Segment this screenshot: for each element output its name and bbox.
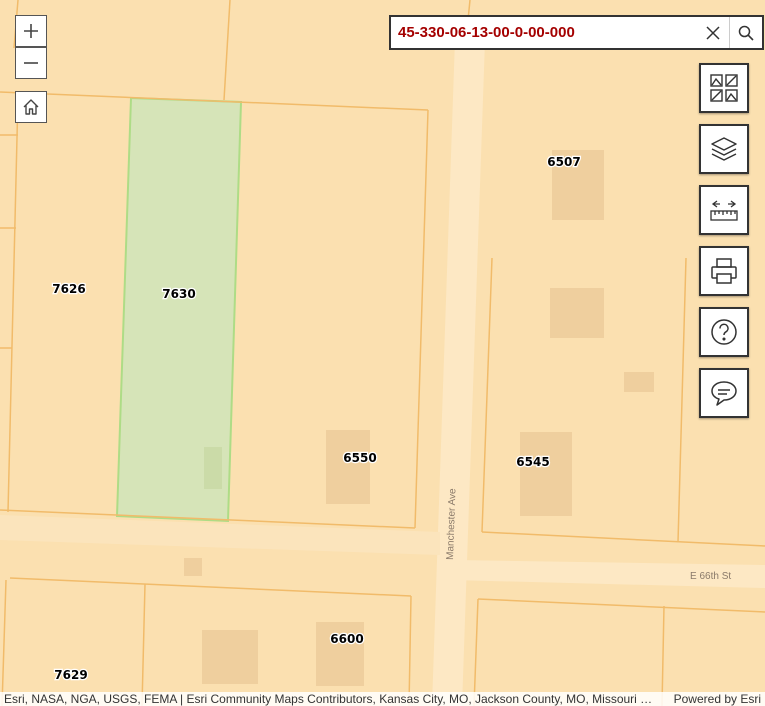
map-canvas[interactable]: 7626 7630 6507 6550 6545 6600 7629 Manch… (0, 0, 765, 706)
home-icon (23, 99, 39, 115)
search-input[interactable] (391, 17, 697, 48)
parcel-label-6550: 6550 (343, 451, 376, 465)
parcel-label-7630: 7630 (162, 287, 195, 301)
building (326, 430, 370, 504)
home-button[interactable] (15, 91, 47, 123)
close-icon (706, 25, 720, 40)
print-button[interactable] (699, 246, 749, 296)
parcel-label-6507: 6507 (547, 155, 580, 169)
building (184, 558, 202, 576)
building (550, 288, 604, 338)
building (624, 372, 654, 392)
building (202, 630, 258, 684)
comment-icon (711, 381, 737, 406)
parcel-label-6600: 6600 (330, 632, 363, 646)
layers-icon (711, 137, 737, 161)
building-in-selected-parcel (204, 447, 222, 489)
powered-by-esri[interactable]: Powered by Esri (674, 692, 761, 706)
minus-icon (24, 62, 38, 64)
zoom-in-button[interactable] (15, 15, 47, 47)
parcel-label-7629: 7629 (54, 668, 87, 682)
print-icon (711, 258, 737, 284)
plus-icon (24, 24, 38, 38)
search-box (389, 15, 764, 50)
basemap-gallery-icon (710, 74, 738, 102)
search-icon (738, 25, 754, 41)
basemap-gallery-button[interactable] (699, 63, 749, 113)
attribution-text[interactable]: Esri, NASA, NGA, USGS, FEMA | Esri Commu… (4, 692, 660, 706)
layers-button[interactable] (699, 124, 749, 174)
search-button[interactable] (730, 17, 762, 48)
measure-button[interactable] (699, 185, 749, 235)
measure-ruler-icon (710, 200, 738, 221)
attribution-bar: Esri, NASA, NGA, USGS, FEMA | Esri Commu… (0, 692, 765, 706)
parcel-label-7626: 7626 (52, 282, 85, 296)
clear-search-button[interactable] (697, 17, 729, 48)
zoom-out-button[interactable] (15, 47, 47, 79)
help-button[interactable] (699, 307, 749, 357)
selected-parcel-7630[interactable] (115, 96, 243, 523)
map-background (0, 0, 765, 706)
help-icon (711, 319, 737, 345)
street-label-e-66th-st: E 66th St (690, 571, 731, 582)
building (520, 432, 572, 516)
feedback-button[interactable] (699, 368, 749, 418)
parcel-label-6545: 6545 (516, 455, 549, 469)
